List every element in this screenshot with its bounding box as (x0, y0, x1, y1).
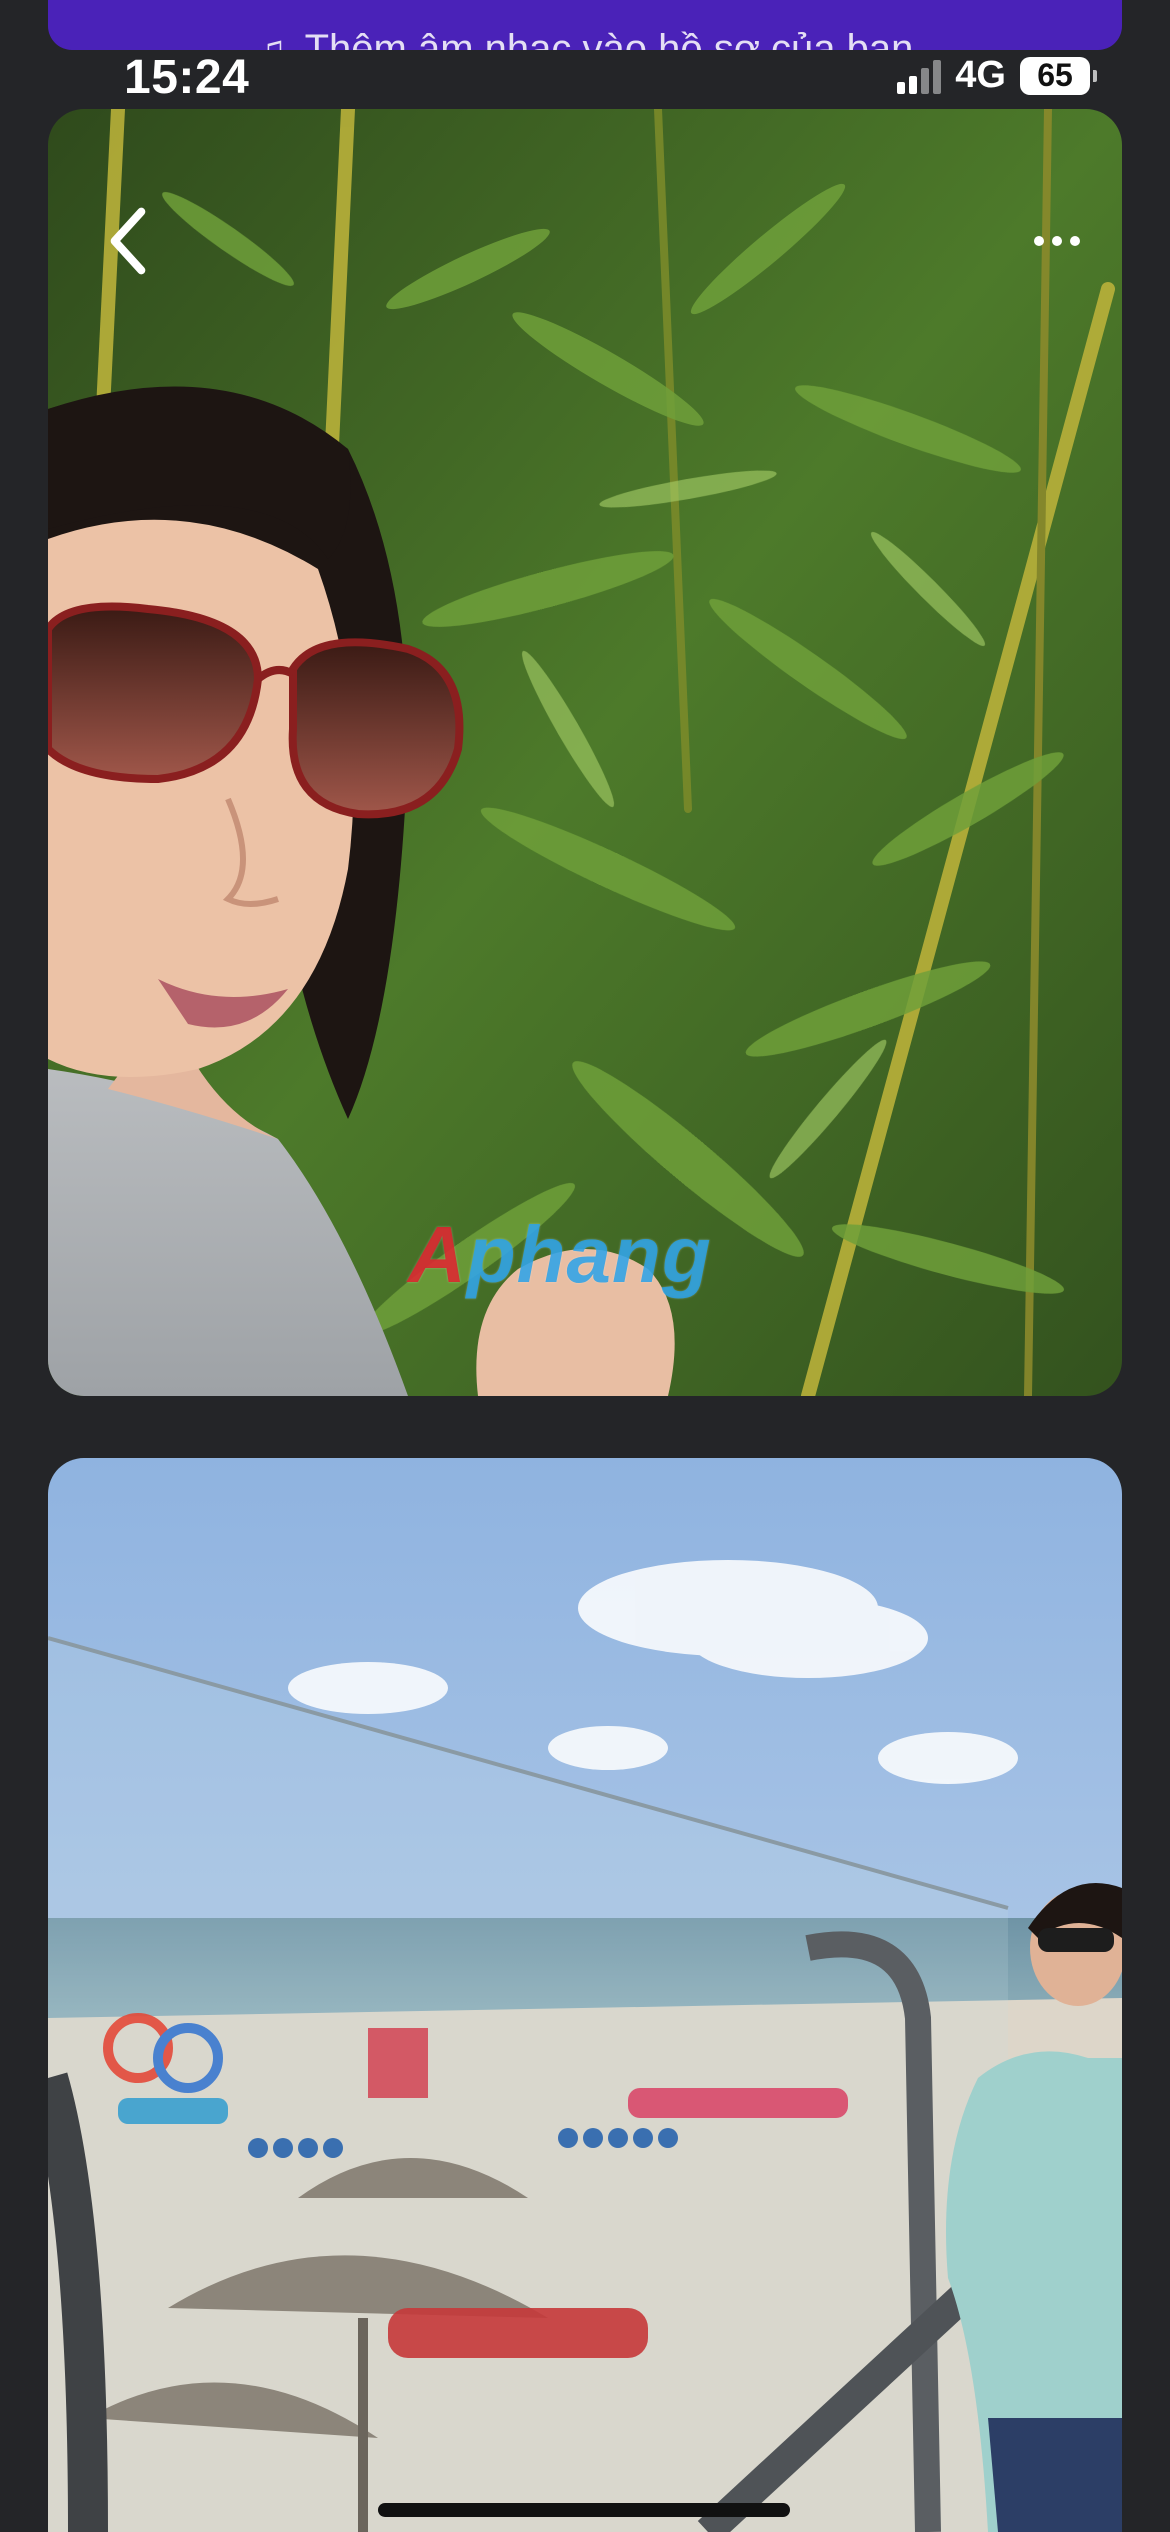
more-options-button[interactable] (1012, 201, 1102, 281)
photo-bamboo-selfie (48, 109, 1122, 1396)
music-note-icon: ♫ (256, 27, 287, 51)
photo-watermark: Aphang (408, 1210, 712, 1299)
chevron-left-icon (110, 207, 146, 275)
banner-text: Thêm âm nhạc vào hồ sơ của bạn (304, 27, 914, 50)
cellular-signal-icon (897, 58, 942, 94)
status-bar: 15:24 4G 65 (0, 50, 1170, 106)
home-indicator[interactable] (378, 2503, 790, 2517)
more-horizontal-icon (1034, 236, 1044, 246)
battery-level: 65 (1037, 57, 1073, 93)
profile-photo-1[interactable]: Aphang (48, 109, 1122, 1396)
profile-photo-2[interactable] (48, 1458, 1122, 2532)
battery-icon: 65 (1020, 56, 1097, 95)
network-type: 4G (955, 54, 1006, 96)
status-time: 15:24 (124, 51, 250, 104)
photo-beach-balcony (48, 1458, 1122, 2532)
add-music-banner[interactable]: ♫ Thêm âm nhạc vào hồ sơ của bạn (48, 0, 1122, 50)
back-button[interactable] (88, 201, 168, 281)
status-indicators: 4G 65 (897, 54, 1097, 97)
